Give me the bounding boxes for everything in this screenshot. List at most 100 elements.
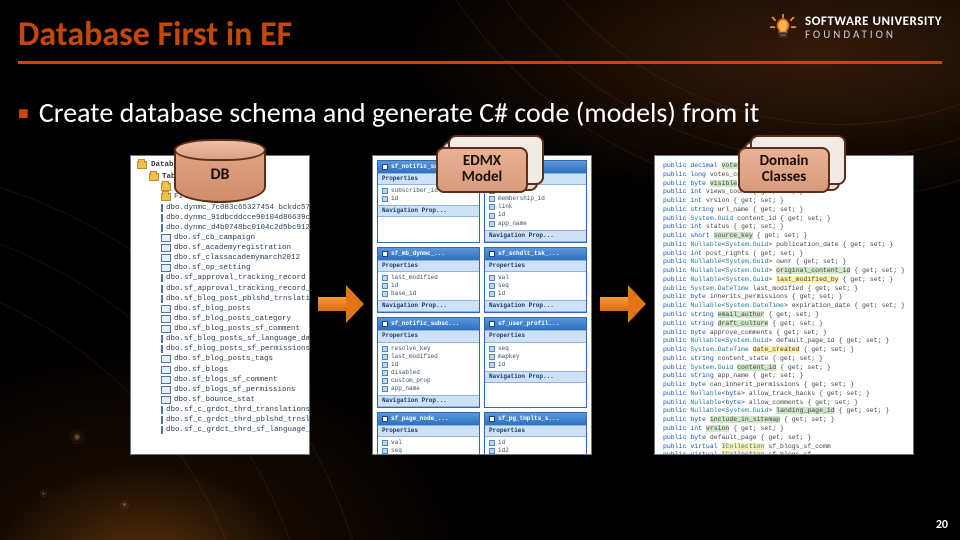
arrow-icon (600, 275, 646, 331)
property-icon (489, 440, 495, 446)
edmx-property: app_name (382, 385, 475, 393)
property-icon (489, 275, 495, 281)
code-line: public Nullable<System.Guid> landing_pag… (663, 407, 905, 416)
db-table-item: dbo.sf_blog_posts_sf_permissions (161, 344, 303, 354)
code-line: public Nullable<System.Guid> original_co… (663, 267, 905, 276)
db-table-item: dbo.sf_blog_posts_tags (161, 354, 303, 364)
entity-icon (382, 164, 388, 170)
property-icon (382, 283, 388, 289)
property-icon (382, 448, 388, 454)
logo-line2: FOUNDATION (805, 29, 942, 41)
bullet-text: Create database schema and generate C# c… (18, 95, 759, 130)
domain-label: Domain Classes (738, 147, 830, 193)
edmx-property: custom_prop (382, 377, 475, 385)
db-column: DB Database Diagrams Tables System Table… (130, 155, 310, 455)
edmx-nav-label: Navigation Prop... (485, 230, 586, 242)
table-icon (161, 295, 163, 303)
entity-icon (382, 321, 388, 327)
code-line: public virtual ICollection sf_blogs_sf_c… (663, 443, 905, 452)
code-line: public string content_state { get; set; … (663, 355, 905, 364)
edmx-entity-header: sf_user_profil... (485, 318, 586, 330)
entity-icon (382, 416, 388, 422)
db-table-item: dbo.sf_c_grdct_thrd_translations (161, 405, 303, 415)
table-icon (161, 376, 171, 384)
db-table-item: dbo.sf_classacademymarch2012 (161, 253, 303, 263)
property-icon (382, 362, 388, 368)
edmx-entity-box: sf_user_profil...PropertiesseqmapkeyidNa… (484, 317, 587, 408)
edmx-entity-header: sf_schdlt_tsk_... (485, 248, 586, 260)
property-icon (489, 283, 495, 289)
code-line: public byte can_inherit_permissions { ge… (663, 381, 905, 390)
db-table-item: dbo.sf_blog_posts_category (161, 314, 303, 324)
code-line: public byte include_in_sitemap { get; se… (663, 416, 905, 425)
entity-icon (382, 251, 388, 257)
property-icon (489, 213, 495, 219)
property-icon (489, 354, 495, 360)
edmx-nav-label: Navigation Prop... (378, 300, 479, 312)
edmx-property: app_name (489, 220, 582, 228)
edmx-entity-box: sf_pg_tmplts_s...Propertiesidid2Navigati… (484, 412, 587, 455)
edmx-property: id (489, 290, 582, 298)
edmx-property: disabled (382, 369, 475, 377)
code-line: public System.Guid content_id { get; set… (663, 215, 905, 224)
code-line: public Nullable<System.Guid> publication… (663, 241, 905, 250)
edmx-property: seq (489, 282, 582, 290)
code-panel: public decimal votes_sum { get; set; }pu… (654, 155, 914, 455)
table-icon (161, 386, 171, 394)
table-icon (161, 335, 163, 343)
table-icon (161, 224, 163, 232)
code-line: public Nullable<System.Guid> default_pag… (663, 337, 905, 346)
entity-icon (489, 251, 495, 257)
folder-icon (137, 161, 147, 169)
property-icon (382, 370, 388, 376)
db-table-item: dbo.dynmc_7c083c65327454 bckdc57d (161, 203, 303, 213)
code-line: public byte default_page { get; set; } (663, 434, 905, 443)
table-icon (161, 254, 171, 262)
property-icon (489, 291, 495, 297)
edmx-property: link (489, 203, 582, 211)
edmx-property: id (382, 282, 475, 290)
edmx-property: resolve_key (382, 345, 475, 353)
code-line: public System.DateTime last_modified { g… (663, 285, 905, 294)
property-icon (382, 440, 388, 446)
db-table-item: dbo.sf_bounce_stat (161, 395, 303, 405)
slide: Database First in EF SOFTWARE UNIVERSITY… (0, 0, 960, 540)
code-line: public int post_rights { get; set; } (663, 250, 905, 259)
edmx-properties-label: Properties (485, 425, 586, 437)
edmx-entity-header: sf_page_node_... (378, 413, 479, 425)
edmx-property: last_modified (382, 353, 475, 361)
table-icon (161, 345, 163, 353)
edmx-label: EDMX Model (436, 147, 528, 193)
edmx-nav-label: Navigation Prop... (378, 395, 479, 407)
edmx-property: base_id (382, 290, 475, 298)
entity-icon (489, 416, 495, 422)
edmx-property: membership_id (489, 195, 582, 203)
property-icon (382, 291, 388, 297)
domain-label-text: Domain Classes (738, 147, 830, 193)
table-icon (161, 406, 163, 414)
table-icon (161, 214, 163, 222)
edmx-property: id2 (489, 447, 582, 455)
db-table-item: dbo.dynmc_d4b0748bc0104c2d5bc91217 (161, 223, 303, 233)
code-line: public byte approve_comments { get; set;… (663, 329, 905, 338)
edmx-label-text: EDMX Model (436, 147, 528, 193)
table-icon (161, 426, 163, 434)
table-icon (161, 396, 171, 404)
property-icon (382, 196, 388, 202)
table-icon (161, 274, 163, 282)
db-table-item: dbo.sf_blog_posts_sf_comment (161, 324, 303, 334)
edmx-property: val (489, 274, 582, 282)
table-icon (161, 305, 171, 313)
db-table-item: dbo.sf_approval_tracking_record (161, 273, 303, 283)
code-line: public Nullable<System.Guid> last_modifi… (663, 276, 905, 285)
edmx-entity-box: sf_page_node_...PropertiesvalseqidNaviga… (377, 412, 480, 455)
db-table-item: dbo.sf_approval_tracking_record_map (161, 284, 303, 294)
edmx-entity-box: sf_mb_dynmc_...Propertieslast_modifiedid… (377, 247, 480, 314)
db-table-item: dbo.sf_blog_post_pblshd_trnslations (161, 294, 303, 304)
edmx-property: id (489, 361, 582, 369)
domain-column: Domain Classes public decimal votes_sum … (654, 155, 914, 455)
edmx-panel: sf_notific_subsc...Propertiessubscriber_… (372, 155, 592, 455)
edmx-property: val (382, 439, 475, 447)
code-line: public virtual ICollection sf_blogs_sf (663, 451, 905, 455)
table-icon (161, 244, 171, 252)
